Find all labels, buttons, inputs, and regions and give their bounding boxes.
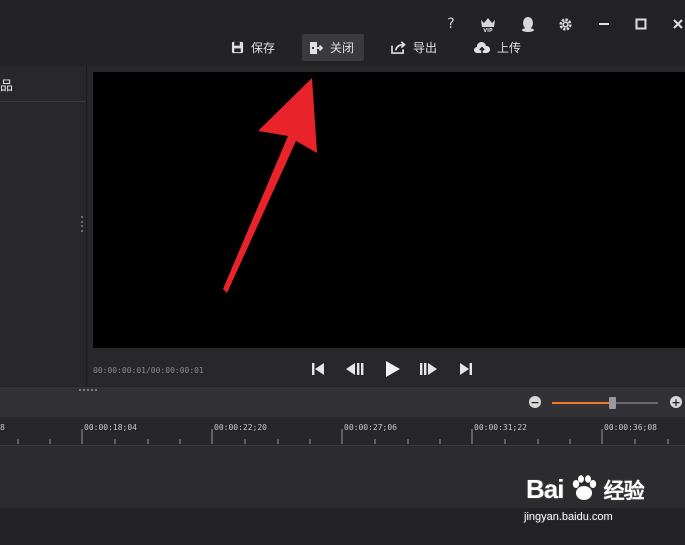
baidu-jingyan-watermark: Bai 经验 — [526, 474, 645, 505]
watermark-url: jingyan.baidu.com — [524, 511, 613, 523]
watermark-logo: Bai — [526, 474, 564, 504]
annotation-arrow — [223, 78, 317, 293]
baidu-paw-icon — [572, 475, 596, 500]
watermark-logo-cn: 经验 — [603, 479, 645, 503]
